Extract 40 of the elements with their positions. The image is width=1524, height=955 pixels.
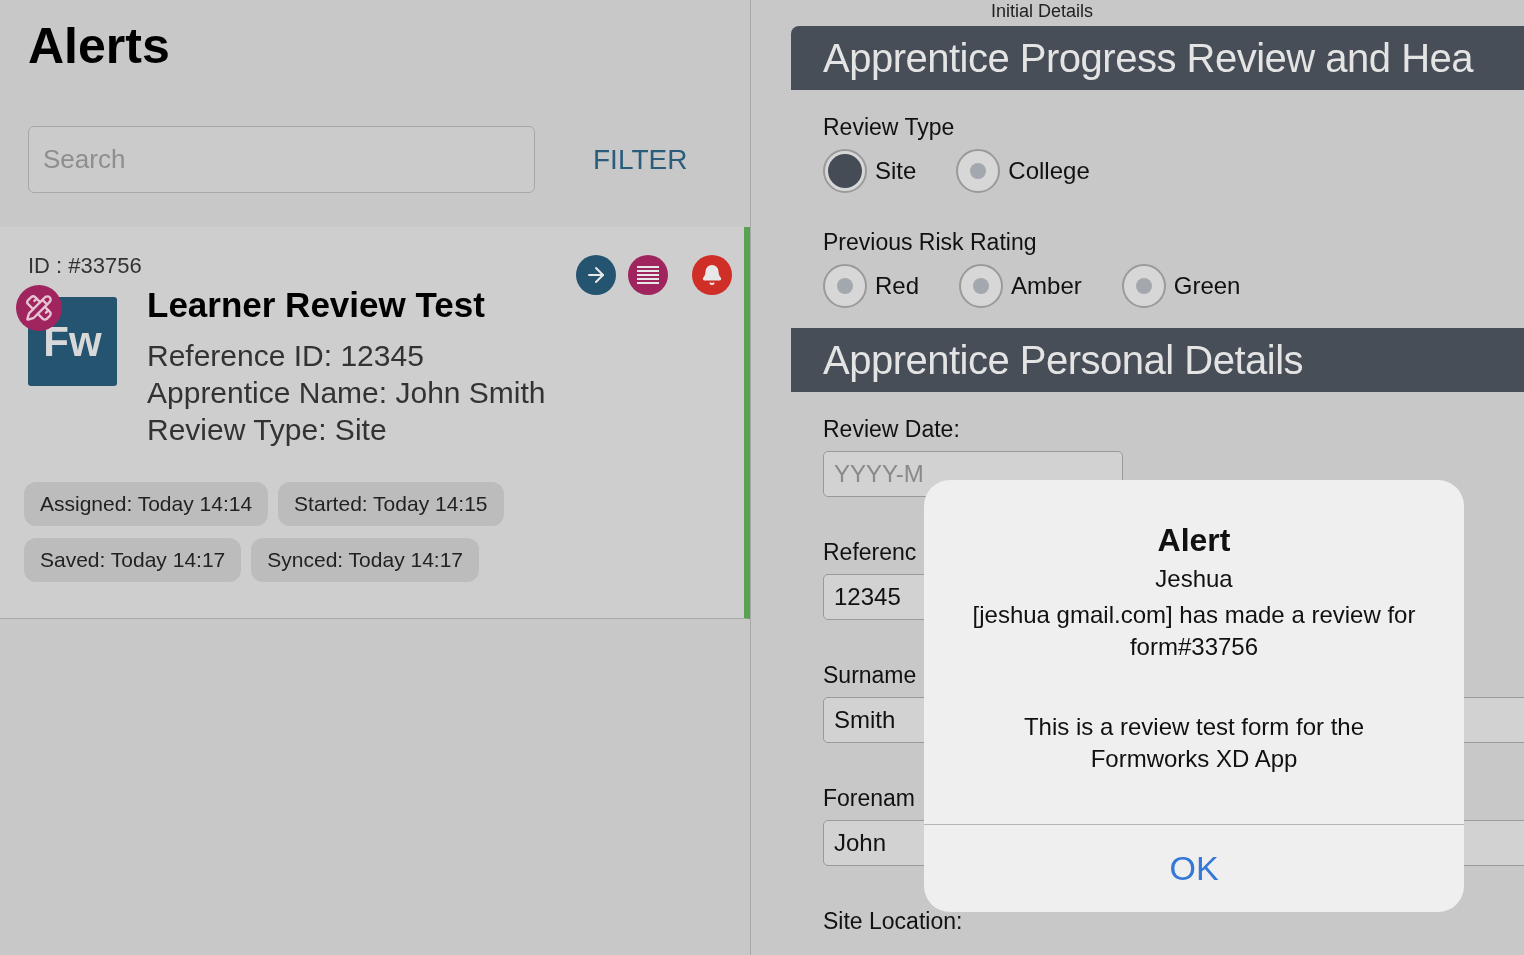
radio-option[interactable]: College [956, 149, 1090, 194]
notification-button[interactable] [692, 255, 732, 295]
ok-button[interactable]: OK [924, 824, 1464, 912]
section-header: Apprentice Personal Details [791, 328, 1524, 392]
radio-button[interactable] [823, 264, 867, 309]
card-detail: Apprentice Name: John Smith [147, 375, 546, 411]
pencil-ruler-icon [25, 294, 53, 322]
card-detail: Review Type: Site [147, 412, 388, 448]
dialog-body: This is a review test form for the Formworks XD App [1022, 712, 1366, 774]
radio-option[interactable]: Amber [959, 264, 1082, 309]
field-label: Forenam [823, 785, 916, 812]
card-title: Learner Review Test [147, 285, 486, 325]
alert-card[interactable]: ID : #33756 Fw Learner Review Test Reference ID: 12345 Apprentice Name: John Smith Review Type: Site Assigned: Today 14:14 Started: Today 14:15 Saved: Today 14:17 Synced: Today 14:17 [0, 227, 750, 619]
card-detail: Reference ID: 12345 [147, 338, 425, 374]
timestamp-tag: Synced: Today 14:17 [251, 538, 480, 582]
alert-id: ID : #33756 [28, 253, 142, 279]
page-title: Alerts [28, 17, 171, 76]
radio-option[interactable]: Green [1121, 264, 1241, 309]
dialog-message: Jeshua [1154, 564, 1234, 594]
field-label: Surname [823, 662, 917, 689]
field-label: Review Type [823, 114, 955, 142]
radio-button[interactable] [823, 149, 867, 194]
timestamp-tag: Saved: Today 14:17 [24, 538, 242, 582]
filter-button[interactable]: FILTER [593, 143, 688, 176]
list-button[interactable] [628, 255, 668, 295]
timestamp-tag: Started: Today 14:15 [278, 482, 504, 526]
radio-option[interactable]: Site [823, 149, 917, 194]
timestamp-tag: Assigned: Today 14:14 [24, 482, 269, 526]
dialog-message: [jeshua gmail.com] has made a review for form#33756 [971, 600, 1417, 662]
search-field[interactable]: Search [28, 126, 535, 193]
page-heading: Initial Details [991, 0, 1094, 23]
section-header: Apprentice Progress Review and Hea [791, 26, 1524, 91]
radio-option[interactable]: Red [823, 264, 920, 309]
dialog-title: Alert [1157, 522, 1231, 559]
list-icon [636, 265, 660, 285]
bell-icon [701, 264, 723, 286]
field-label: Previous Risk Rating [823, 229, 1037, 257]
field-label: Review Date: [823, 416, 960, 443]
field-label: Referenc [823, 539, 917, 566]
open-button[interactable] [576, 255, 616, 295]
